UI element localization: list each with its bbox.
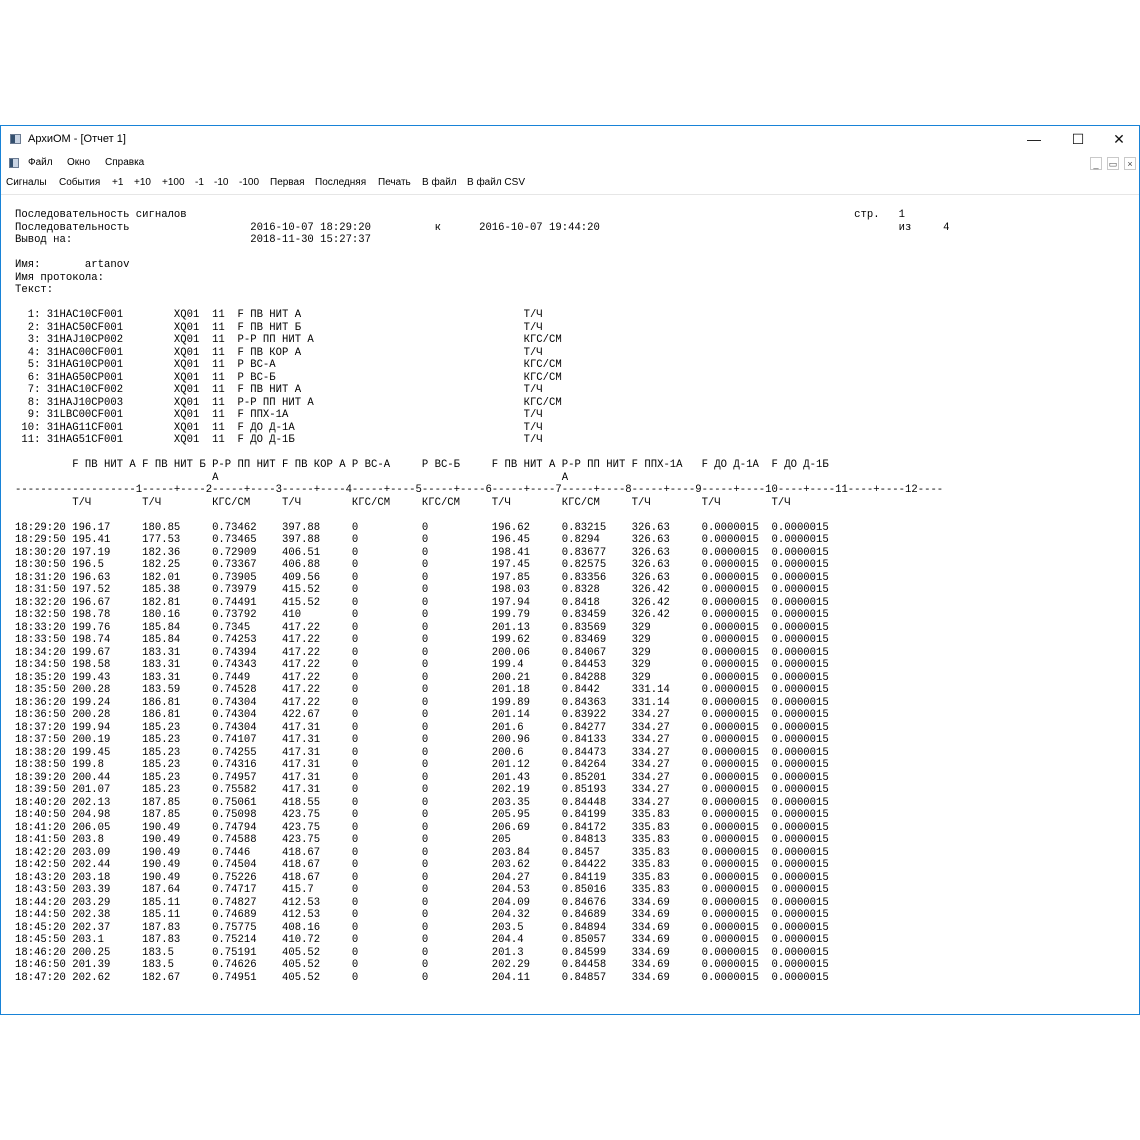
mdi-restore-button[interactable]: ▭ xyxy=(1107,157,1119,170)
window-title: АрхиОМ - [Отчет 1] xyxy=(28,133,126,145)
signal-list-item: 4: 31HAC00CF001 XQ01 11 F ПВ КОР А Т/Ч xyxy=(15,346,543,359)
signal-list-item: 3: 31HAJ10CP002 XQ01 11 Р-Р ПП НИТ А КГС… xyxy=(15,334,562,346)
toolbar-minus100-button[interactable]: -100 xyxy=(239,177,259,188)
toolbar-plus100-button[interactable]: +100 xyxy=(162,177,185,188)
table-row: 18:32:20 196.67 182.81 0.74491 415.52 0 … xyxy=(15,596,842,609)
report-protocol-line: Имя протокола: xyxy=(15,271,105,284)
signal-list-item: 8: 31HAJ10CP003 XQ01 11 Р-Р ПП НИТ А КГС… xyxy=(15,396,562,409)
toolbar-last-button[interactable]: Последняя xyxy=(315,177,366,188)
table-row: 18:39:20 200.44 185.23 0.74957 417.31 0 … xyxy=(15,771,842,784)
table-row: 18:33:20 199.76 185.84 0.7345 417.22 0 0… xyxy=(15,621,842,634)
table-row: 18:43:50 203.39 187.64 0.74717 415.7 0 0… xyxy=(15,884,842,896)
report-sequence-line: Последовательность 2016-10-07 18:29:20 к… xyxy=(15,221,950,234)
signal-list-item: 11: 31HAG51CF001 XQ01 11 F ДО Д-1Б Т/Ч xyxy=(15,434,543,446)
mdi-minimize-button[interactable]: _ xyxy=(1090,157,1102,170)
table-row: 18:41:20 206.05 190.49 0.74794 423.75 0 … xyxy=(15,821,842,834)
toolbar-save-csv-button[interactable]: В файл CSV xyxy=(467,177,525,188)
table-row: 18:46:20 200.25 183.5 0.75191 405.52 0 0… xyxy=(15,946,842,959)
app-window-icon xyxy=(10,134,21,144)
table-row: 18:33:50 198.74 185.84 0.74253 417.22 0 … xyxy=(15,634,842,646)
table-row: 18:29:20 196.17 180.85 0.73462 397.88 0 … xyxy=(15,521,842,534)
menu-bar: Файл Окно Справка _ ▭ × xyxy=(1,154,1139,174)
table-row: 18:36:20 199.24 186.81 0.74304 417.22 0 … xyxy=(15,696,842,709)
table-row: 18:34:20 199.67 183.31 0.74394 417.22 0 … xyxy=(15,646,842,659)
table-row: 18:42:20 203.09 190.49 0.7446 418.67 0 0… xyxy=(15,846,842,859)
table-row: 18:47:20 202.62 182.67 0.74951 405.52 0 … xyxy=(15,971,842,984)
toolbar-minus10-button[interactable]: -10 xyxy=(214,177,228,188)
report-text-line: Текст: xyxy=(15,284,54,296)
table-row: 18:41:50 203.8 190.49 0.74588 423.75 0 0… xyxy=(15,834,842,846)
table-row: 18:43:20 203.18 190.49 0.75226 418.67 0 … xyxy=(15,871,842,884)
signal-list-item: 6: 31HAG50CP001 XQ01 11 P ВС-Б КГС/СМ xyxy=(15,371,562,384)
toolbar-minus1-button[interactable]: -1 xyxy=(195,177,204,188)
signal-list-item: 5: 31HAG10CP001 XQ01 11 P ВС-А КГС/СМ xyxy=(15,359,562,371)
toolbar-events-button[interactable]: События xyxy=(59,177,100,188)
title-bar[interactable]: АрхиОМ - [Отчет 1] — ☐ ✕ xyxy=(1,126,1139,154)
signal-list-item: 7: 31HAC10CF002 XQ01 11 F ПВ НИТ А Т/Ч xyxy=(15,384,543,396)
table-row: 18:45:20 202.37 187.83 0.75775 408.16 0 … xyxy=(15,921,842,934)
minimize-button[interactable]: — xyxy=(1020,129,1048,149)
table-row: 18:36:50 200.28 186.81 0.74304 422.67 0 … xyxy=(15,709,842,721)
table-row: 18:30:50 196.5 182.25 0.73367 406.88 0 0… xyxy=(15,559,842,571)
report-title-line: Последовательность сигналов стр. 1 xyxy=(15,209,906,221)
menu-window[interactable]: Окно xyxy=(67,157,90,168)
column-units-line: Т/Ч Т/Ч КГС/СМ Т/Ч КГС/СМ КГС/СМ Т/Ч КГС… xyxy=(15,496,842,509)
signal-list-item: 10: 31HAG11CF001 XQ01 11 F ДО Д-1А Т/Ч xyxy=(15,421,543,434)
document-window-icon[interactable] xyxy=(9,158,19,168)
table-row: 18:34:50 198.58 183.31 0.74343 417.22 0 … xyxy=(15,659,842,671)
toolbar: Сигналы События +1 +10 +100 -1 -10 -100 … xyxy=(1,174,1139,194)
menu-file[interactable]: Файл xyxy=(28,157,53,168)
toolbar-plus10-button[interactable]: +10 xyxy=(134,177,151,188)
maximize-button[interactable]: ☐ xyxy=(1064,129,1092,149)
table-row: 18:38:20 199.45 185.23 0.74255 417.31 0 … xyxy=(15,746,842,759)
table-row: 18:40:20 202.13 187.85 0.75061 418.55 0 … xyxy=(15,796,842,809)
table-row: 18:46:50 201.39 183.5 0.74626 405.52 0 0… xyxy=(15,959,842,971)
report-output-line: Вывод на: 2018-11-30 15:27:37 xyxy=(15,234,372,246)
table-row: 18:40:50 204.98 187.85 0.75098 423.75 0 … xyxy=(15,809,842,821)
app-window: АрхиОМ - [Отчет 1] — ☐ ✕ Файл Окно Справ… xyxy=(0,125,1140,1015)
table-row: 18:37:20 199.94 185.23 0.74304 417.31 0 … xyxy=(15,721,842,734)
column-number-rule: -------------------1-----+----2-----+---… xyxy=(15,484,944,496)
mdi-close-button[interactable]: × xyxy=(1124,157,1136,170)
signal-list-item: 2: 31HAC50CF001 XQ01 11 F ПВ НИТ Б Т/Ч xyxy=(15,321,543,334)
table-row: 18:31:20 196.63 182.01 0.73905 409.56 0 … xyxy=(15,571,842,584)
table-row: 18:44:50 202.38 185.11 0.74689 412.53 0 … xyxy=(15,909,842,921)
menu-help[interactable]: Справка xyxy=(105,157,144,168)
table-row: 18:31:50 197.52 185.38 0.73979 415.52 0 … xyxy=(15,584,842,596)
toolbar-signals-button[interactable]: Сигналы xyxy=(6,177,47,188)
toolbar-print-button[interactable]: Печать xyxy=(378,177,411,188)
toolbar-first-button[interactable]: Первая xyxy=(270,177,305,188)
toolbar-plus1-button[interactable]: +1 xyxy=(112,177,123,188)
table-row: 18:32:50 198.78 180.16 0.73792 410 0 0 1… xyxy=(15,609,842,621)
table-row: 18:45:50 203.1 187.83 0.75214 410.72 0 0… xyxy=(15,934,842,946)
table-row: 18:44:20 203.29 185.11 0.74827 412.53 0 … xyxy=(15,896,842,909)
table-row: 18:39:50 201.07 185.23 0.75582 417.31 0 … xyxy=(15,784,842,796)
table-row: 18:38:50 199.8 185.23 0.74316 417.31 0 0… xyxy=(15,759,842,771)
report-name-line: Имя: artanov xyxy=(15,259,130,271)
column-headers-continuation: А А xyxy=(15,471,842,484)
signal-list-item: 1: 31HAC10CF001 XQ01 11 F ПВ НИТ А Т/Ч xyxy=(15,309,543,321)
table-row: 18:42:50 202.44 190.49 0.74504 418.67 0 … xyxy=(15,859,842,871)
toolbar-divider xyxy=(1,194,1139,195)
table-row: 18:30:20 197.19 182.36 0.72909 406.51 0 … xyxy=(15,546,842,559)
table-row: 18:35:50 200.28 183.59 0.74528 417.22 0 … xyxy=(15,684,842,696)
signal-list-item: 9: 31LBC00CF001 XQ01 11 F ППХ-1А Т/Ч xyxy=(15,409,543,421)
toolbar-save-file-button[interactable]: В файл xyxy=(422,177,457,188)
table-row: 18:35:20 199.43 183.31 0.7449 417.22 0 0… xyxy=(15,671,842,684)
table-row: 18:37:50 200.19 185.23 0.74107 417.31 0 … xyxy=(15,734,842,746)
close-button[interactable]: ✕ xyxy=(1105,129,1133,149)
report-text-area[interactable]: Последовательность сигналов стр. 1 Послед… xyxy=(15,209,1125,999)
table-row: 18:29:50 195.41 177.53 0.73465 397.88 0 … xyxy=(15,534,842,546)
column-headers-line: F ПВ НИТ А F ПВ НИТ Б Р-Р ПП НИТ F ПВ КО… xyxy=(15,459,842,471)
